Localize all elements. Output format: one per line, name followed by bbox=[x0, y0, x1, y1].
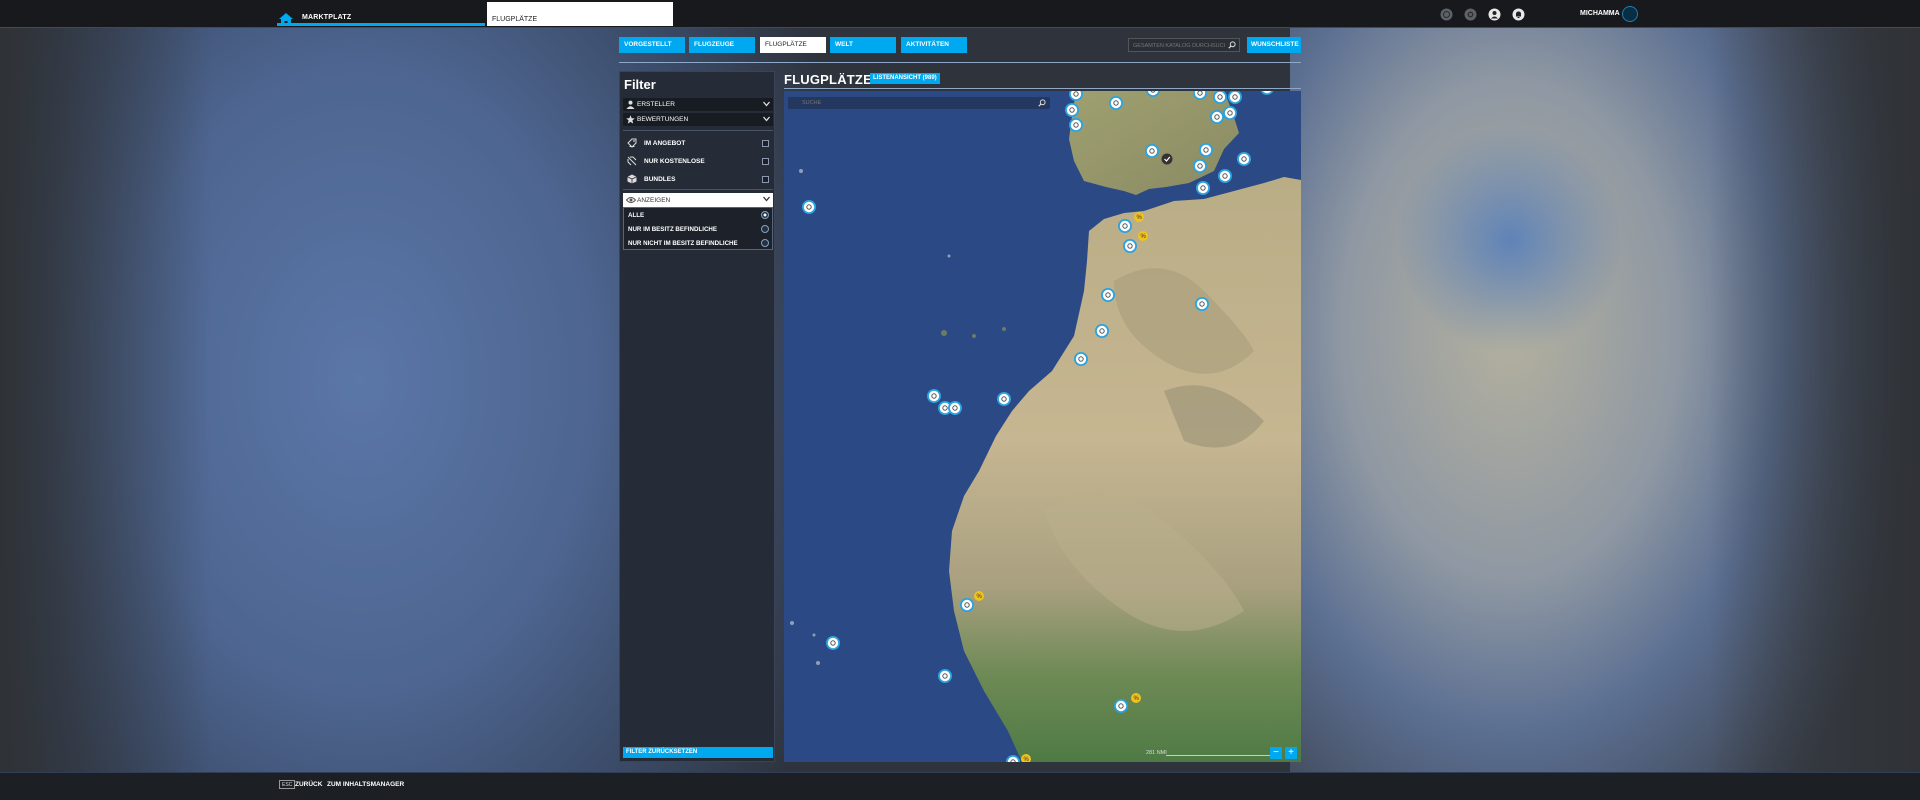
chevron-down-icon bbox=[763, 101, 770, 107]
owned-check-marker bbox=[1161, 153, 1173, 165]
show-option-not-owned-radio[interactable] bbox=[761, 239, 769, 247]
nav-tab-airports[interactable]: FLUGPLÄTZE bbox=[760, 37, 826, 53]
catalog-search[interactable] bbox=[1128, 38, 1240, 52]
content-manager-button[interactable]: ZUM INHALTSMANAGER bbox=[327, 781, 404, 788]
filter-on-sale-checkbox[interactable] bbox=[762, 140, 769, 147]
nav-tab-featured-label: VORGESTELLT bbox=[624, 41, 672, 48]
ratings-dropdown[interactable]: BEWERTUNGEN bbox=[623, 113, 773, 126]
nav-tab-aircraft[interactable]: FLUGZEUGE bbox=[689, 37, 755, 53]
star-icon bbox=[626, 115, 635, 124]
back-button[interactable]: ZURÜCK bbox=[295, 781, 322, 788]
filter-bundles-checkbox[interactable] bbox=[762, 176, 769, 183]
nav-tab-aircraft-label: FLUGZEUGE bbox=[694, 41, 735, 48]
airport-map[interactable]: % % % % % 281 NMI − + bbox=[784, 91, 1301, 762]
top-bar: MARKTPLATZ FLUGPLÄTZE MICHAMMA bbox=[0, 0, 1920, 28]
show-dropdown[interactable]: ANZEIGEN bbox=[623, 193, 773, 207]
search-icon[interactable] bbox=[1228, 41, 1236, 49]
notification-bell-icon[interactable] bbox=[1512, 8, 1525, 21]
creator-dropdown[interactable]: ERSTELLER bbox=[623, 98, 773, 111]
zoom-in-button[interactable]: + bbox=[1285, 747, 1297, 759]
ratings-label: BEWERTUNGEN bbox=[637, 116, 689, 123]
person-icon bbox=[626, 100, 635, 109]
nav-tab-activities-label: AKTIVITÄTEN bbox=[906, 41, 949, 48]
eye-icon bbox=[626, 197, 636, 203]
tab-marketplace[interactable]: MARKTPLATZ bbox=[277, 0, 485, 26]
show-options: ALLE NUR IM BESITZ BEFINDLICHE NUR NICHT… bbox=[623, 207, 773, 250]
svg-text:%: % bbox=[1024, 757, 1030, 762]
show-label: ANZEIGEN bbox=[637, 197, 671, 204]
map-scale-bar bbox=[1166, 755, 1270, 756]
filter-on-sale[interactable]: IM ANGEBOT bbox=[623, 135, 773, 151]
show-option-not-owned[interactable]: NUR NICHT IM BESITZ BEFINDLICHE bbox=[624, 236, 772, 250]
filter-free-only[interactable]: NUR KOSTENLOSE bbox=[623, 153, 773, 169]
show-option-all-radio[interactable] bbox=[761, 211, 769, 219]
reset-filter-label: FILTER ZURÜCKSETZEN bbox=[626, 749, 698, 755]
map-scale-label: 281 NMI bbox=[1146, 750, 1167, 756]
zoom-out-button[interactable]: − bbox=[1270, 747, 1282, 759]
nav-tab-airports-label: FLUGPLÄTZE bbox=[765, 41, 807, 48]
tab-current-page[interactable]: FLUGPLÄTZE bbox=[487, 2, 673, 26]
filter-panel: Filter ERSTELLER BEWERTUNGEN IM ANGEBOT … bbox=[619, 71, 775, 762]
map-search[interactable] bbox=[788, 97, 1050, 109]
svg-text:%: % bbox=[1141, 234, 1147, 240]
tab-marketplace-label: MARKTPLATZ bbox=[302, 14, 352, 21]
wishlist-label: WUNSCHLISTE bbox=[1251, 41, 1299, 48]
show-option-all[interactable]: ALLE bbox=[624, 208, 772, 222]
show-option-not-owned-label: NUR NICHT IM BESITZ BEFINDLICHE bbox=[628, 240, 738, 247]
globe-icon[interactable] bbox=[1440, 8, 1453, 21]
filter-bundles[interactable]: BUNDLES bbox=[623, 171, 773, 187]
svg-text:%: % bbox=[1134, 696, 1140, 702]
svg-text:%: % bbox=[1137, 215, 1143, 221]
svg-text:%: % bbox=[977, 594, 983, 600]
show-option-owned-label: NUR IM BESITZ BEFINDLICHE bbox=[628, 226, 718, 233]
filter-free-only-label: NUR KOSTENLOSE bbox=[644, 158, 705, 165]
username[interactable]: MICHAMMA bbox=[1580, 10, 1620, 17]
list-view-button[interactable]: LISTENANSICHT (989) bbox=[870, 73, 940, 84]
nav-tab-activities[interactable]: AKTIVITÄTEN bbox=[901, 37, 967, 53]
nav-divider bbox=[619, 62, 1301, 63]
chevron-down-icon bbox=[763, 116, 770, 122]
show-option-owned-radio[interactable] bbox=[761, 225, 769, 233]
filter-free-only-checkbox[interactable] bbox=[762, 158, 769, 165]
esc-key-hint: ESC bbox=[279, 780, 296, 789]
search-icon[interactable] bbox=[1038, 99, 1046, 107]
price-tag-icon bbox=[627, 138, 637, 148]
chevron-down-icon bbox=[763, 196, 770, 202]
nav-tab-world[interactable]: WELT bbox=[830, 37, 896, 53]
map-terrain: % % % % % bbox=[784, 91, 1301, 762]
filter-on-sale-label: IM ANGEBOT bbox=[644, 140, 686, 147]
creator-label: ERSTELLER bbox=[637, 101, 675, 108]
page-title: FLUGPLÄTZE bbox=[784, 72, 872, 87]
filter-title: Filter bbox=[624, 77, 656, 92]
filter-divider bbox=[623, 130, 773, 131]
avatar[interactable] bbox=[1622, 6, 1638, 22]
gear-icon[interactable] bbox=[1464, 8, 1477, 21]
filter-bundles-label: BUNDLES bbox=[644, 176, 676, 183]
profile-icon[interactable] bbox=[1488, 8, 1501, 21]
map-search-input[interactable] bbox=[802, 98, 1002, 108]
show-option-owned[interactable]: NUR IM BESITZ BEFINDLICHE bbox=[624, 222, 772, 236]
free-icon bbox=[627, 156, 637, 166]
nav-tab-world-label: WELT bbox=[835, 41, 853, 48]
wishlist-button[interactable]: WUNSCHLISTE bbox=[1247, 37, 1301, 53]
bundle-box-icon bbox=[627, 174, 637, 184]
reset-filter-button[interactable]: FILTER ZURÜCKSETZEN bbox=[623, 747, 773, 758]
filter-divider bbox=[623, 189, 773, 190]
tab-current-page-label: FLUGPLÄTZE bbox=[492, 16, 538, 23]
nav-tab-featured[interactable]: VORGESTELLT bbox=[619, 37, 685, 53]
show-option-all-label: ALLE bbox=[628, 212, 645, 219]
map-divider bbox=[784, 88, 1301, 89]
catalog-search-input[interactable] bbox=[1133, 41, 1225, 50]
